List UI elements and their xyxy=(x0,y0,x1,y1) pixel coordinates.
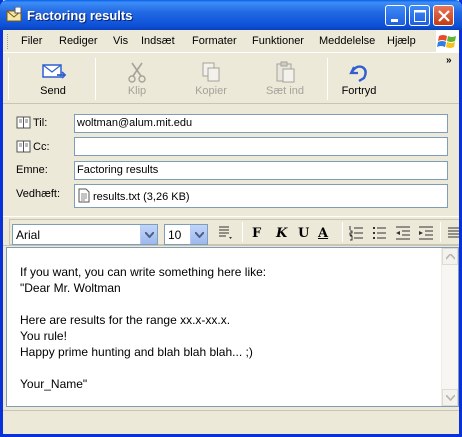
windows-flag-icon xyxy=(437,35,456,48)
send-button[interactable]: Send xyxy=(18,58,88,102)
toolbar-separator xyxy=(95,58,96,100)
paste-icon xyxy=(276,61,295,83)
close-icon xyxy=(438,10,450,22)
status-bar xyxy=(3,410,459,434)
menu-insert[interactable]: Indsæt xyxy=(141,35,175,47)
bullet-list-button[interactable] xyxy=(371,224,389,245)
menu-edit[interactable]: Rediger xyxy=(59,35,98,47)
undo-icon xyxy=(349,65,367,83)
copy-label: Kopier xyxy=(195,85,227,97)
increase-indent-icon xyxy=(419,226,433,240)
chevron-down-icon xyxy=(446,395,455,401)
font-name-select[interactable]: Arial xyxy=(12,224,158,245)
text-file-icon xyxy=(78,188,90,203)
send-label: Send xyxy=(40,85,66,97)
message-header: Til: woltman@alum.mit.edu Cc: Emne: Fact… xyxy=(3,105,459,213)
chevron-down-icon xyxy=(195,232,204,238)
font-name-value: Arial xyxy=(16,228,41,242)
font-color-button[interactable]: A xyxy=(318,226,328,241)
numbered-list-button[interactable] xyxy=(348,224,366,245)
menu-view[interactable]: Vis xyxy=(113,35,128,47)
maximize-icon xyxy=(414,10,426,22)
send-icon xyxy=(42,64,67,79)
chevron-up-icon xyxy=(446,254,455,260)
formatting-toolbar: Arial 10 F K U A xyxy=(3,216,459,246)
copy-icon xyxy=(202,62,220,82)
menu-tools[interactable]: Funktioner xyxy=(252,35,304,47)
cc-label-button[interactable]: Cc: xyxy=(16,140,50,153)
italic-button[interactable]: K xyxy=(276,226,287,241)
menu-format[interactable]: Formater xyxy=(192,35,237,47)
toolbar: Send Klip Kopier Sæt ind Fortryd xyxy=(3,54,459,104)
increase-indent-button[interactable] xyxy=(417,224,435,245)
font-size-value: 10 xyxy=(168,228,182,242)
to-label-button[interactable]: Til: xyxy=(16,116,47,129)
minimize-icon xyxy=(391,19,398,22)
to-field[interactable]: woltman@alum.mit.edu xyxy=(74,114,448,133)
cut-button[interactable]: Klip xyxy=(102,58,172,102)
window-title: Factoring results xyxy=(27,8,133,23)
subject-label: Emne: xyxy=(16,164,48,176)
formatting-toolbar-inner: Arial 10 F K U A xyxy=(9,219,459,245)
paragraph-style-icon xyxy=(219,226,232,239)
undo-button[interactable]: Fortryd xyxy=(324,58,394,102)
bold-button[interactable]: F xyxy=(252,226,261,241)
close-button[interactable] xyxy=(433,5,454,26)
align-left-icon xyxy=(448,227,459,238)
toolbar-overflow-chevron[interactable]: » xyxy=(446,55,452,66)
to-label: Til: xyxy=(33,117,48,129)
scissors-icon xyxy=(128,62,146,83)
minimize-button[interactable] xyxy=(385,5,406,26)
numbered-list-icon xyxy=(349,226,363,241)
attachment-name[interactable]: results.txt (3,26 KB) xyxy=(93,191,190,203)
cc-field[interactable] xyxy=(74,137,448,156)
toolbar-separator xyxy=(342,222,343,242)
underline-button[interactable]: U xyxy=(298,226,309,241)
bullet-list-icon xyxy=(373,227,386,239)
copy-button[interactable]: Kopier xyxy=(176,58,246,102)
menu-message[interactable]: Meddelelse xyxy=(319,35,375,47)
menu-help[interactable]: Hjælp xyxy=(387,35,416,47)
decrease-indent-button[interactable] xyxy=(394,224,412,245)
title-bar[interactable]: Factoring results xyxy=(0,0,462,30)
toolbar-separator xyxy=(440,222,441,242)
maximize-button[interactable] xyxy=(409,5,430,26)
paste-button[interactable]: Sæt ind xyxy=(250,58,320,102)
cut-label: Klip xyxy=(127,85,147,97)
cc-label: Cc: xyxy=(33,141,50,153)
address-book-icon xyxy=(16,116,31,129)
menu-grip[interactable] xyxy=(7,34,10,49)
toolbar-separator xyxy=(242,222,243,242)
attach-label: Vedhæft: xyxy=(16,188,61,200)
vertical-scrollbar[interactable] xyxy=(441,248,458,406)
toolbar-grip[interactable] xyxy=(8,58,9,100)
scroll-down-button[interactable] xyxy=(442,389,458,406)
subject-field[interactable]: Factoring results xyxy=(74,161,448,180)
align-left-button[interactable] xyxy=(447,224,459,245)
compose-window: Factoring results Filer Rediger Vis Inds… xyxy=(0,0,462,437)
message-body-text[interactable]: If you want, you can write something her… xyxy=(20,264,266,392)
paste-label: Sæt ind xyxy=(266,85,304,97)
size-dropdown-arrow[interactable] xyxy=(190,225,207,244)
windows-logo xyxy=(436,30,459,53)
message-body-editor[interactable]: If you want, you can write something her… xyxy=(6,247,459,407)
decrease-indent-icon xyxy=(396,226,410,240)
font-dropdown-arrow[interactable] xyxy=(140,225,157,244)
undo-label: Fortryd xyxy=(341,85,377,97)
menu-file[interactable]: Filer xyxy=(21,35,42,47)
paragraph-style-button[interactable] xyxy=(217,224,235,245)
envelope-app-icon xyxy=(6,7,22,22)
scroll-up-button[interactable] xyxy=(442,248,458,265)
menu-bar: Filer Rediger Vis Indsæt Formater Funkti… xyxy=(3,30,459,53)
chevron-down-icon xyxy=(145,232,154,238)
address-book-icon xyxy=(16,140,31,153)
font-size-select[interactable]: 10 xyxy=(164,224,208,245)
attachment-field[interactable]: results.txt (3,26 KB) xyxy=(74,184,448,208)
